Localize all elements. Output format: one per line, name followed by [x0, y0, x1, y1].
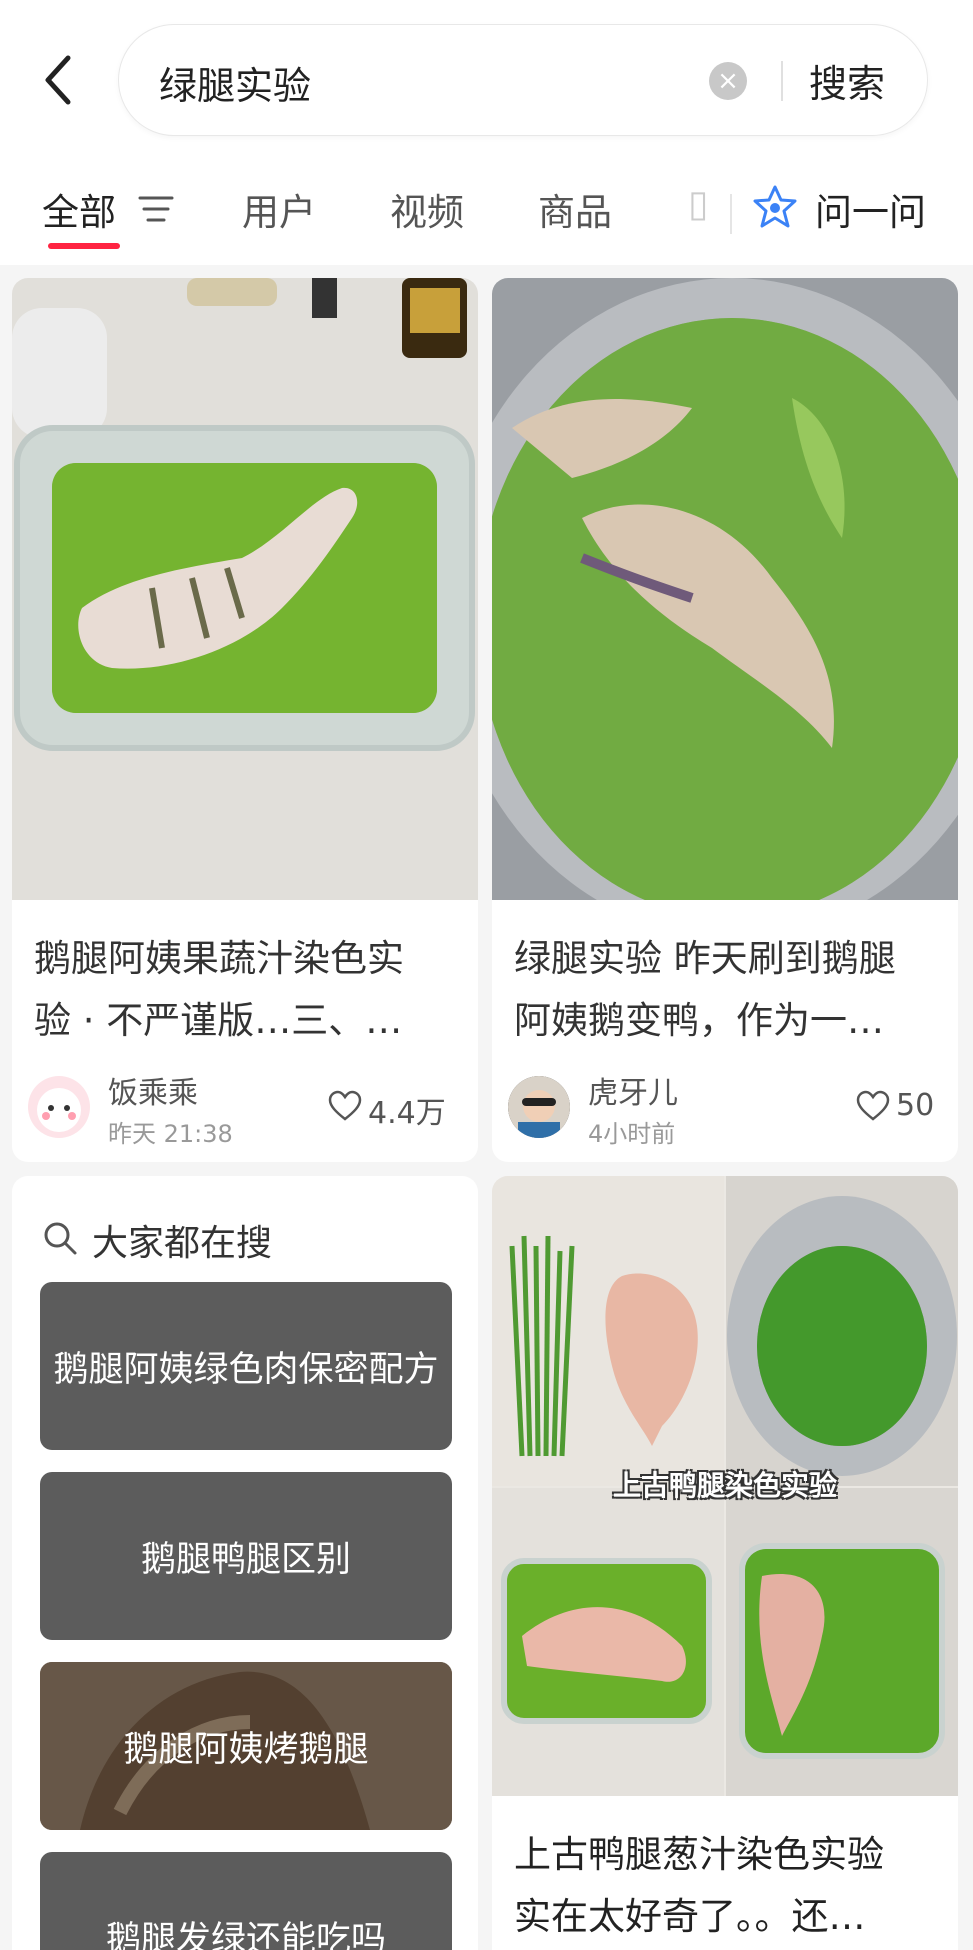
card-1-time: 昨天 21:38 [108, 1120, 233, 1148]
card-2-title-line1: 绿腿实验 昨天刷到鹅腿 [514, 937, 896, 980]
feed-card-1[interactable]: 鹅腿阿姨果蔬汁染色实 验 · 不严谨版…三、… 饭乘乘 昨天 21:38 4.4… [12, 278, 478, 1162]
ask-star-icon[interactable] [752, 184, 798, 230]
card-1-author[interactable]: 饭乘乘 [108, 1068, 198, 1112]
heart-icon[interactable] [328, 1090, 362, 1122]
card-3-image: 上古鸭腿染色实验 [492, 1176, 958, 1796]
card-1-title-line1: 鹅腿阿姨果蔬汁染色实 [34, 937, 404, 980]
avatar[interactable] [508, 1076, 570, 1138]
active-tab-indicator [48, 243, 120, 249]
search-box[interactable]: 绿腿实验 × 搜索 [118, 24, 928, 136]
card-3-image-caption: 上古鸭腿染色实验 [612, 1469, 837, 1502]
tab-products[interactable]: 商品 [538, 182, 612, 236]
search-input[interactable]: 绿腿实验 [159, 55, 311, 110]
trending-item-label: 鹅腿发绿还能吃吗 [105, 1919, 386, 1950]
tab-all[interactable]: 全部 [42, 182, 116, 236]
tab-videos[interactable]: 视频 [390, 182, 464, 236]
back-arrow-icon[interactable] [40, 50, 80, 110]
search-icon [44, 1222, 77, 1255]
avatar[interactable] [28, 1076, 90, 1138]
ask-button[interactable]: 问一问 [815, 182, 926, 236]
clear-icon[interactable]: × [709, 62, 747, 100]
tab-divider [730, 194, 732, 234]
card-1-image [12, 278, 478, 900]
card-2-image [492, 278, 958, 900]
trending-item-label: 鹅腿阿姨烤鹅腿 [123, 1729, 369, 1770]
card-3-title-line2: 实在太好奇了。。还… [514, 1895, 866, 1938]
card-2-author[interactable]: 虎牙儿 [588, 1068, 678, 1112]
card-1-title-line2: 验 · 不严谨版…三、… [34, 999, 403, 1042]
card-2-likes: 50 [896, 1088, 935, 1123]
tab-users[interactable]: 用户 [242, 182, 316, 236]
trending-item[interactable]: 鹅腿阿姨绿色肉保密配方 [40, 1282, 452, 1450]
card-2-time: 4小时前 [588, 1120, 676, 1148]
feed-card-2[interactable]: 绿腿实验 昨天刷到鹅腿 阿姨鹅变鸭，作为一… 虎牙儿 4小时前 50 [492, 278, 958, 1162]
trending-heading: 大家都在搜 [92, 1223, 273, 1264]
search-button[interactable]: 搜索 [809, 53, 885, 108]
trending-item[interactable]: 鹅腿发绿还能吃吗 [40, 1852, 452, 1950]
top-bar: 绿腿实验 × 搜索 [0, 0, 973, 160]
trending-item[interactable]: 鹅腿鸭腿区别 [40, 1472, 452, 1640]
trending-item[interactable]: 鹅腿阿姨烤鹅腿 [40, 1662, 452, 1830]
category-tabs: 全部 用户 视频 商品 ▯ 问一问 [0, 160, 973, 265]
feed-card-3[interactable]: 上古鸭腿染色实验 上古鸭腿葱汁染色实验 实在太好奇了。。还… [492, 1176, 958, 1950]
card-1-likes: 4.4万 [368, 1096, 446, 1131]
card-3-title-line1: 上古鸭腿葱汁染色实验 [514, 1833, 884, 1876]
tab-overflow-hint: ▯ [688, 182, 709, 225]
trending-searches-card: 大家都在搜 鹅腿阿姨绿色肉保密配方 鹅腿鸭腿区别 鹅腿阿姨烤鹅腿 鹅腿发绿还能吃… [12, 1176, 478, 1950]
filter-icon[interactable] [138, 194, 174, 224]
trending-item-label: 鹅腿阿姨绿色肉保密配方 [53, 1349, 439, 1390]
heart-icon[interactable] [856, 1090, 890, 1122]
trending-item-label: 鹅腿鸭腿区别 [140, 1539, 351, 1580]
search-divider [781, 61, 783, 101]
card-2-title-line2: 阿姨鹅变鸭，作为一… [514, 999, 884, 1042]
